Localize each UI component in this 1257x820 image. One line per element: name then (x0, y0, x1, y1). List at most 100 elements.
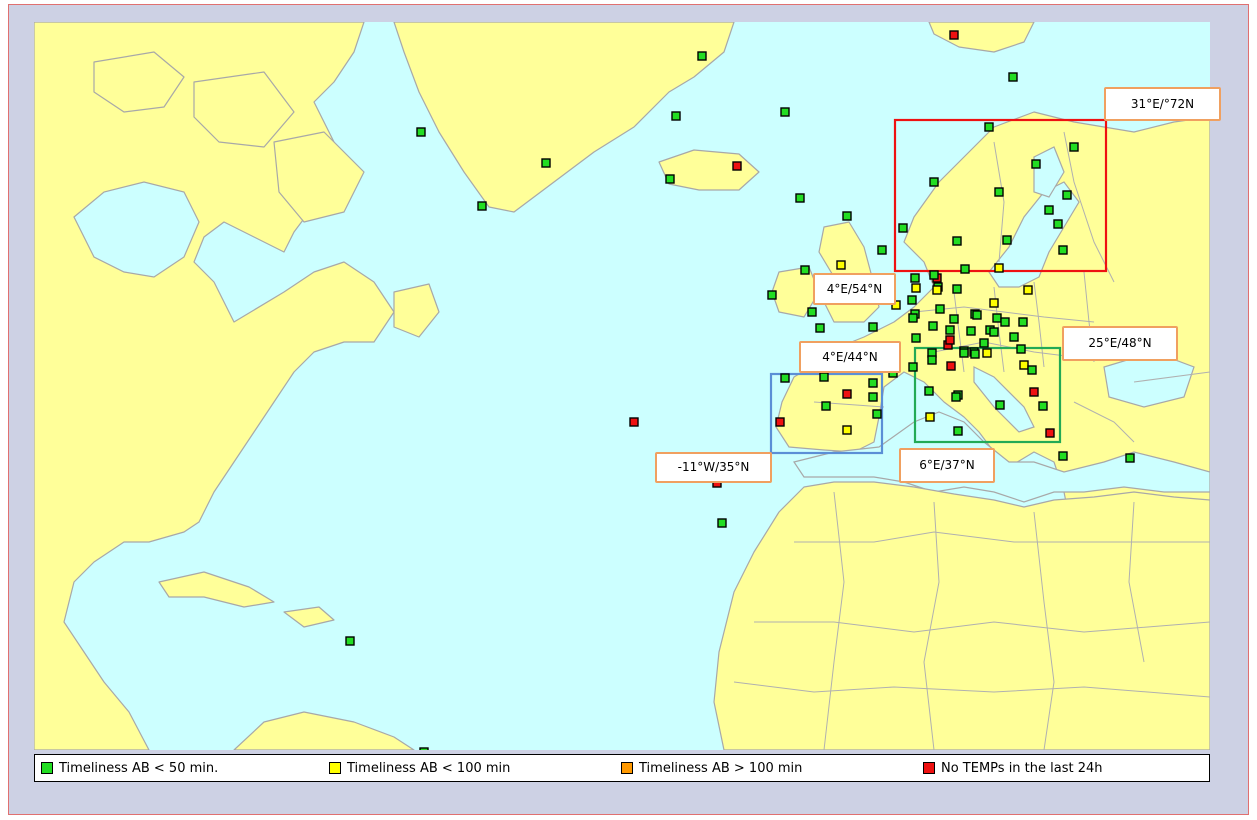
station-marker-ok[interactable] (795, 193, 805, 203)
station-marker-ok[interactable] (477, 201, 487, 211)
station-marker-late[interactable] (925, 412, 935, 422)
station-marker-ok[interactable] (910, 273, 920, 283)
station-marker-late[interactable] (842, 425, 852, 435)
station-marker-ok[interactable] (1002, 235, 1012, 245)
station-marker-ok[interactable] (1038, 401, 1048, 411)
station-marker-ok[interactable] (960, 264, 970, 274)
station-marker-ok[interactable] (815, 323, 825, 333)
coord-label-central-europe: 4°E/54°N (813, 273, 896, 305)
station-marker-ok[interactable] (1044, 205, 1054, 215)
station-marker-ok[interactable] (868, 378, 878, 388)
map-panel[interactable] (34, 22, 1210, 750)
station-marker-ok[interactable] (1125, 453, 1135, 463)
legend-swatch-red (923, 762, 935, 774)
station-marker-ok[interactable] (821, 401, 831, 411)
station-marker-ok[interactable] (924, 386, 934, 396)
station-marker-ok[interactable] (872, 409, 882, 419)
station-marker-ok[interactable] (949, 314, 959, 324)
station-marker-ok[interactable] (928, 321, 938, 331)
station-marker-ok[interactable] (994, 187, 1004, 197)
legend-item-missing: No TEMPs in the last 24h (923, 755, 1103, 781)
station-marker-ok[interactable] (945, 325, 955, 335)
station-marker-ok[interactable] (984, 122, 994, 132)
station-marker-ok[interactable] (911, 333, 921, 343)
station-marker-ok[interactable] (898, 223, 908, 233)
station-marker-late[interactable] (932, 285, 942, 295)
station-marker-ok[interactable] (416, 127, 426, 137)
station-marker-ok[interactable] (953, 426, 963, 436)
legend-label: Timeliness AB < 50 min. (59, 760, 219, 776)
station-marker-ok[interactable] (1062, 190, 1072, 200)
station-marker-ok[interactable] (929, 177, 939, 187)
legend-label: Timeliness AB < 100 min (347, 760, 511, 776)
station-marker-ok[interactable] (1027, 365, 1037, 375)
station-marker-ok[interactable] (419, 747, 429, 750)
station-marker-ok[interactable] (819, 372, 829, 382)
station-marker-ok[interactable] (979, 338, 989, 348)
station-marker-ok[interactable] (908, 313, 918, 323)
station-marker-late[interactable] (911, 283, 921, 293)
station-marker-ok[interactable] (807, 307, 817, 317)
station-marker-ok[interactable] (1016, 344, 1026, 354)
station-marker-ok[interactable] (908, 362, 918, 372)
station-marker-ok[interactable] (929, 270, 939, 280)
station-marker-missing[interactable] (1029, 387, 1039, 397)
station-marker-missing[interactable] (732, 161, 742, 171)
station-marker-ok[interactable] (717, 518, 727, 528)
station-marker-ok[interactable] (868, 392, 878, 402)
station-marker-ok[interactable] (952, 236, 962, 246)
station-marker-ok[interactable] (959, 348, 969, 358)
station-marker-ok[interactable] (868, 322, 878, 332)
station-marker-ok[interactable] (927, 355, 937, 365)
station-marker-ok[interactable] (951, 392, 961, 402)
station-marker-ok[interactable] (1058, 451, 1068, 461)
station-marker-ok[interactable] (1031, 159, 1041, 169)
station-marker-ok[interactable] (972, 310, 982, 320)
station-marker-missing[interactable] (629, 417, 639, 427)
station-marker-missing[interactable] (945, 335, 955, 345)
station-marker-late[interactable] (982, 348, 992, 358)
station-marker-ok[interactable] (800, 265, 810, 275)
station-marker-ok[interactable] (966, 326, 976, 336)
coord-label-iberia-sw: -11°W/35°N (655, 452, 772, 483)
legend: Timeliness AB < 50 min. Timeliness AB < … (34, 754, 1210, 782)
station-marker-missing[interactable] (949, 30, 959, 40)
station-marker-ok[interactable] (780, 107, 790, 117)
station-marker-ok[interactable] (767, 290, 777, 300)
station-marker-late[interactable] (989, 298, 999, 308)
station-marker-late[interactable] (836, 260, 846, 270)
station-marker-ok[interactable] (780, 373, 790, 383)
map-canvas[interactable] (34, 22, 1210, 750)
station-marker-ok[interactable] (345, 636, 355, 646)
station-marker-missing[interactable] (946, 361, 956, 371)
station-marker-ok[interactable] (1053, 219, 1063, 229)
station-marker-ok[interactable] (907, 295, 917, 305)
station-marker-ok[interactable] (842, 211, 852, 221)
station-marker-missing[interactable] (842, 389, 852, 399)
station-marker-missing[interactable] (775, 417, 785, 427)
station-marker-ok[interactable] (1018, 317, 1028, 327)
legend-item-very-late: Timeliness AB > 100 min (621, 755, 802, 781)
station-marker-ok[interactable] (665, 174, 675, 184)
station-marker-ok[interactable] (1000, 317, 1010, 327)
station-marker-ok[interactable] (970, 349, 980, 359)
station-marker-ok[interactable] (1008, 72, 1018, 82)
station-marker-ok[interactable] (541, 158, 551, 168)
legend-label: Timeliness AB > 100 min (639, 760, 803, 776)
station-marker-ok[interactable] (952, 284, 962, 294)
station-marker-ok[interactable] (935, 304, 945, 314)
station-marker-late[interactable] (1023, 285, 1033, 295)
station-marker-ok[interactable] (697, 51, 707, 61)
coord-label-central-east: 25°E/48°N (1062, 326, 1178, 361)
station-marker-late[interactable] (1019, 360, 1029, 370)
station-marker-ok[interactable] (877, 245, 887, 255)
station-marker-ok[interactable] (1009, 332, 1019, 342)
station-marker-missing[interactable] (1045, 428, 1055, 438)
station-marker-late[interactable] (994, 263, 1004, 273)
station-marker-ok[interactable] (989, 327, 999, 337)
station-marker-ok[interactable] (1058, 245, 1068, 255)
station-marker-ok[interactable] (1069, 142, 1079, 152)
station-marker-ok[interactable] (995, 400, 1005, 410)
station-marker-ok[interactable] (671, 111, 681, 121)
station-marker-ok[interactable] (992, 313, 1002, 323)
